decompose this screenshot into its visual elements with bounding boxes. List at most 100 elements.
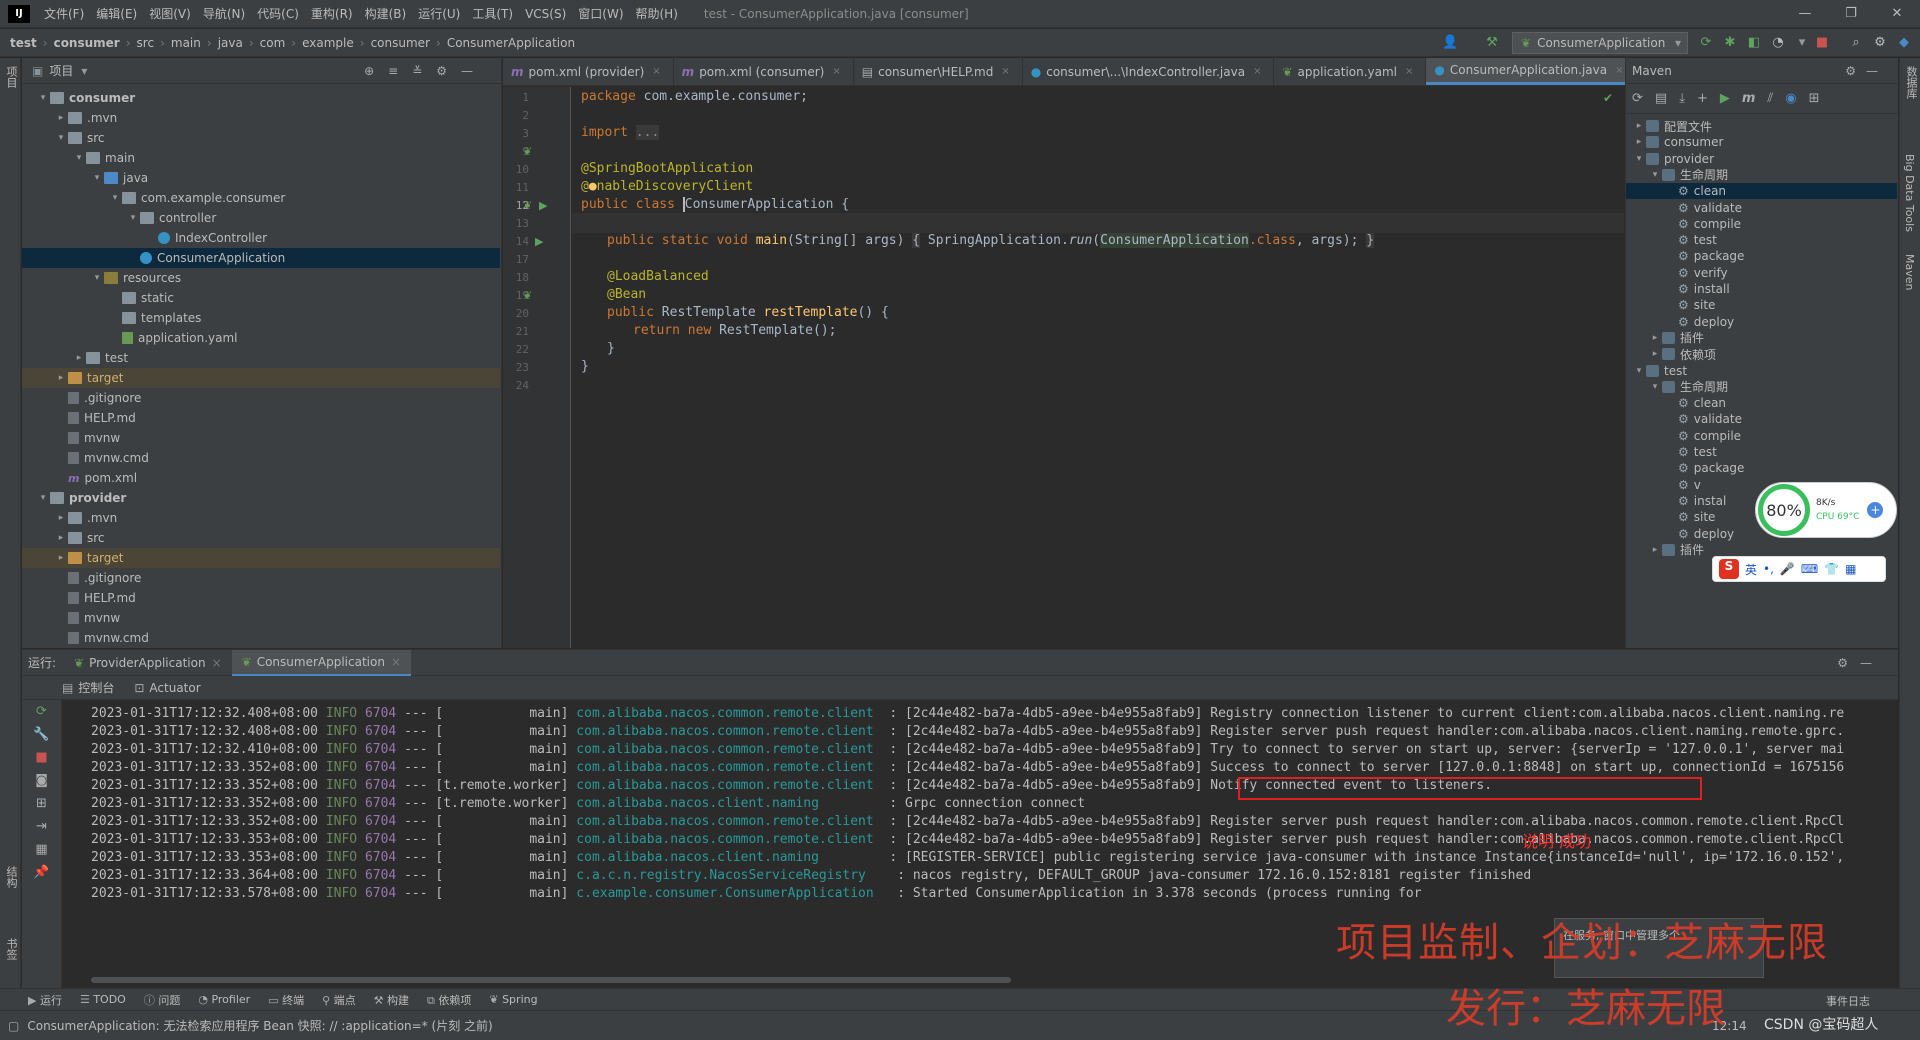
project-tree-item[interactable]: ▸ target (22, 368, 500, 388)
chevron-down-icon[interactable]: ▾ (54, 133, 68, 143)
maven-tree-item[interactable]: ▸ 插件 (1626, 330, 1897, 346)
editor-tab[interactable]: m pom.xml (consumer) × (674, 58, 854, 85)
build-hammer-icon[interactable]: ⚒ (1484, 35, 1500, 51)
user-icon[interactable]: 👤 (1442, 35, 1458, 51)
menu-edit[interactable]: 编辑(E) (90, 5, 143, 22)
menu-navigate[interactable]: 导航(N) (197, 5, 251, 22)
chevron-right-icon[interactable]: ▸ (72, 353, 86, 363)
project-tree-item[interactable]: ▸ test (22, 348, 500, 368)
settings-gear-icon[interactable]: ⚙ (1872, 35, 1888, 51)
console-tab[interactable]: ▤ 控制台 (62, 679, 114, 696)
project-tree-item[interactable]: mvnw (22, 608, 500, 628)
more-run-icon[interactable]: ▾ (1794, 35, 1810, 51)
run-config-select[interactable]: ❦ ConsumerApplication ▾ (1512, 32, 1688, 54)
maven-tree-item[interactable]: ▾ test (1626, 363, 1897, 379)
pin-icon[interactable]: 📌 (22, 861, 61, 884)
stop-icon[interactable]: ■ (22, 746, 61, 769)
project-tree-item[interactable]: ▾ com.example.consumer (22, 188, 500, 208)
close-button[interactable]: ✕ (1874, 6, 1920, 21)
event-log-link[interactable]: 事件日志 (1826, 993, 1870, 1009)
restore-layout-icon[interactable]: ⊞ (22, 792, 61, 815)
microphone-icon[interactable]: 🎤 (1780, 562, 1795, 576)
chevron-down-icon[interactable]: ▾ (90, 273, 104, 283)
project-tree-item[interactable]: static (22, 288, 500, 308)
jetbrains-icon[interactable]: ◆ (1896, 35, 1912, 51)
maven-tree-item[interactable]: ⚙ site (1626, 297, 1897, 313)
project-tree-item[interactable]: HELP.md (22, 588, 500, 608)
maven-tree-item[interactable]: ⚙ package (1626, 248, 1897, 264)
chevron-right-icon[interactable]: ▸ (1632, 137, 1646, 147)
maven-tree-item[interactable]: ⚙ test (1626, 232, 1897, 248)
maven-tree-item[interactable]: ⚙ verify (1626, 265, 1897, 281)
add-icon[interactable]: + (1697, 91, 1708, 106)
menu-vcs[interactable]: VCS(S) (519, 7, 572, 21)
ime-lang[interactable]: 英 (1745, 561, 1757, 578)
rerun-icon[interactable]: ⟳ (22, 700, 61, 723)
chevron-down-icon[interactable]: ▾ (108, 193, 122, 203)
search-icon[interactable]: ⌕ (1848, 35, 1864, 51)
chevron-right-icon[interactable]: ▸ (54, 533, 68, 543)
project-tree-item[interactable]: ▾ consumer (22, 88, 500, 108)
maven-tree-item[interactable]: ⚙ deploy (1626, 314, 1897, 330)
camera-icon[interactable]: ◙ (22, 769, 61, 792)
editor-tab[interactable]: ▤ consumer\HELP.md × (854, 58, 1023, 85)
maven-tree-item[interactable]: ▾ 生命周期 (1626, 379, 1897, 395)
breadcrumb-test[interactable]: test (10, 36, 37, 50)
wrench-icon[interactable]: 🔧 (22, 723, 61, 746)
project-tree-item[interactable]: m pom.xml (22, 468, 500, 488)
exit-icon[interactable]: ⇥ (22, 815, 61, 838)
code-editor[interactable]: 1 2 3 9 10 11 12 13 14 17 18 19 20 21 22 23 24 ❦ ❦ ▶ ▶ ❦ pack… (503, 87, 1624, 648)
project-tool-tab[interactable]: 项目 (3, 66, 19, 88)
chevron-down-icon[interactable]: ▾ (90, 173, 104, 183)
project-tree-item[interactable]: .gitignore (22, 568, 500, 588)
panel-toolbar-icons[interactable]: ⊕≡≚⚙— (364, 64, 487, 78)
run-icon[interactable]: ▶ (1720, 91, 1730, 106)
tool-tab-problems[interactable]: ⓘ 问题 (144, 992, 181, 1008)
project-panel-title[interactable]: 项目 (49, 62, 73, 79)
menu-code[interactable]: 代码(C) (251, 5, 305, 22)
breadcrumb-class[interactable]: ConsumerApplication (447, 36, 575, 50)
structure-tool-tab[interactable]: 结构 (3, 866, 19, 888)
project-tree-item[interactable]: ▸ .mvn (22, 108, 500, 128)
menu-build[interactable]: 构建(B) (359, 5, 413, 22)
maximize-button[interactable]: ❐ (1828, 6, 1874, 21)
tool-tab-profiler[interactable]: ◔ Profiler (198, 993, 250, 1006)
execute-goal-icon[interactable]: m (1742, 91, 1756, 106)
menu-window[interactable]: 窗口(W) (572, 5, 629, 22)
chevron-right-icon[interactable]: ▸ (1632, 121, 1646, 131)
layout-icon[interactable]: ▦ (22, 838, 61, 861)
project-tree-item[interactable]: application.yaml (22, 328, 500, 348)
spring-bean-icon[interactable]: ❦ (523, 289, 532, 302)
project-tree-item[interactable]: ▾ provider (22, 488, 500, 508)
chevron-right-icon[interactable]: ▸ (1648, 349, 1662, 359)
run-tab-provider[interactable]: ❦ ProviderApplication × (64, 650, 232, 676)
show-deps-icon[interactable]: ⊞ (1809, 91, 1820, 106)
chevron-down-icon[interactable]: ▾ (81, 64, 87, 78)
debug-icon[interactable]: ✱ (1722, 35, 1738, 51)
horizontal-scrollbar[interactable] (91, 977, 1011, 983)
big-data-tools-tab[interactable]: Big Data Tools (1903, 154, 1916, 232)
database-tool-tab[interactable]: 数据库 (1903, 66, 1919, 99)
menu-file[interactable]: 文件(F) (38, 5, 90, 22)
chevron-down-icon[interactable]: ▾ (36, 493, 50, 503)
run-gutter-icon[interactable]: ▶ (535, 235, 543, 248)
menu-tools[interactable]: 工具(T) (466, 5, 519, 22)
project-tree-item[interactable]: ▾ controller (22, 208, 500, 228)
ime-toolbar[interactable]: S 英 •, 🎤 ⌨ 👕 ▦ (1712, 556, 1886, 582)
maven-tree-item[interactable]: ⚙ install (1626, 281, 1897, 297)
run-header-icons[interactable]: ⚙— (1837, 656, 1884, 670)
project-tree-item[interactable]: mvnw (22, 428, 500, 448)
run-tab-consumer[interactable]: ❦ ConsumerApplication × (231, 649, 412, 676)
breadcrumb-main[interactable]: main (171, 36, 201, 50)
breadcrumb-com[interactable]: com (260, 36, 286, 50)
menu-run[interactable]: 运行(U) (412, 5, 466, 22)
maven-tree-item[interactable]: ▾ 生命周期 (1626, 167, 1897, 183)
keyboard-icon[interactable]: ⌨ (1801, 562, 1818, 576)
maven-tree-item[interactable]: ⚙ test (1626, 444, 1897, 460)
actuator-tab[interactable]: ⊡ Actuator (134, 681, 200, 695)
tool-tab-build[interactable]: ⚒ 构建 (374, 992, 409, 1008)
maven-tree-item[interactable]: ▸ consumer (1626, 134, 1897, 150)
profile-icon[interactable]: ◔ (1770, 35, 1786, 51)
maven-tree-item[interactable]: ▾ provider (1626, 151, 1897, 167)
project-tree-item[interactable]: IndexController (22, 228, 500, 248)
